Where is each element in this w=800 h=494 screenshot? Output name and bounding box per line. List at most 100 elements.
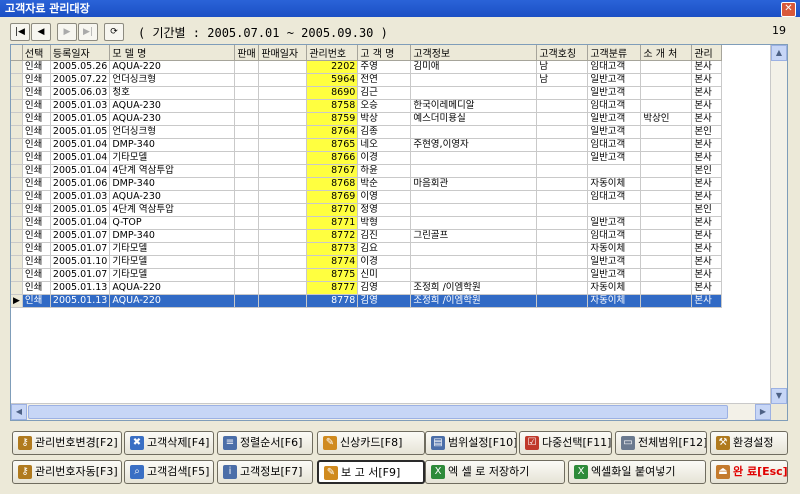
table-cell[interactable]: 본사 (691, 112, 723, 126)
table-cell[interactable] (234, 229, 260, 243)
table-row[interactable]: 인쇄 2005.06.03 청호 8690 김근 일반고객 본사 (11, 86, 723, 100)
row-indicator[interactable] (11, 268, 23, 282)
table-cell[interactable]: 기타모델 (109, 242, 236, 256)
table-cell[interactable] (258, 190, 308, 204)
column-header[interactable]: 소 개 처 (640, 45, 693, 61)
table-cell[interactable]: 김진 (357, 229, 412, 243)
table-cell[interactable] (640, 125, 693, 139)
table-cell[interactable] (640, 229, 693, 243)
table-cell[interactable] (536, 229, 589, 243)
table-cell[interactable]: 2005.01.03 (50, 99, 111, 113)
table-cell[interactable] (410, 255, 538, 269)
table-cell[interactable]: 조정희 /이엠학원 (410, 281, 538, 295)
table-cell[interactable]: 임대고객 (587, 138, 642, 152)
table-cell[interactable]: 8771 (306, 216, 359, 230)
table-cell[interactable]: 일반고객 (587, 86, 642, 100)
table-cell[interactable]: 2005.01.03 (50, 190, 111, 204)
table-cell[interactable]: 본사 (691, 255, 723, 269)
table-cell[interactable]: 본사 (691, 229, 723, 243)
table-cell[interactable]: 박순 (357, 177, 412, 191)
row-indicator[interactable] (11, 281, 23, 295)
button-row2-1[interactable]: ⚷ 관리번호자동[F3] (12, 460, 122, 484)
table-cell[interactable]: 오승 (357, 99, 412, 113)
table-cell[interactable] (234, 268, 260, 282)
row-indicator[interactable] (11, 73, 23, 87)
table-cell[interactable]: 김미애 (410, 60, 538, 74)
row-indicator[interactable] (11, 203, 23, 217)
table-cell[interactable]: 기타모델 (109, 255, 236, 269)
table-cell[interactable]: 8769 (306, 190, 359, 204)
column-header[interactable]: 등록일자 (50, 45, 111, 61)
table-cell[interactable]: 8777 (306, 281, 359, 295)
table-cell[interactable]: 본사 (691, 138, 723, 152)
table-cell[interactable] (640, 294, 693, 308)
button-row2-7[interactable]: ⏏ 완 료[Esc] (710, 460, 788, 484)
button-row1-3[interactable]: ≡ 정렬순서[F6] (217, 431, 313, 455)
row-indicator[interactable] (11, 242, 23, 256)
table-cell[interactable]: AQUA-220 (109, 294, 236, 308)
table-cell[interactable]: 본사 (691, 190, 723, 204)
row-indicator[interactable]: ▶ (11, 294, 23, 308)
table-cell[interactable]: 본사 (691, 99, 723, 113)
table-cell[interactable]: 8765 (306, 138, 359, 152)
table-cell[interactable]: 임대고객 (587, 60, 642, 74)
table-cell[interactable]: 8767 (306, 164, 359, 178)
table-cell[interactable]: 임대고객 (587, 99, 642, 113)
table-cell[interactable]: 인쇄 (22, 60, 51, 74)
table-cell[interactable] (258, 242, 308, 256)
table-cell[interactable] (234, 99, 260, 113)
table-cell[interactable] (640, 151, 693, 165)
button-row1-7[interactable]: ▭ 전체범위[F12] (615, 431, 707, 455)
table-cell[interactable] (234, 125, 260, 139)
table-cell[interactable]: DMP-340 (109, 138, 236, 152)
table-cell[interactable] (536, 151, 589, 165)
table-row[interactable]: 인쇄 2005.01.06 DMP-340 8768 박순 마음회관 자동이체 본사 (11, 177, 723, 191)
table-cell[interactable]: AQUA-230 (109, 112, 236, 126)
table-cell[interactable] (410, 125, 538, 139)
table-cell[interactable] (234, 203, 260, 217)
table-cell[interactable] (640, 255, 693, 269)
table-cell[interactable]: 인쇄 (22, 112, 51, 126)
row-indicator[interactable] (11, 99, 23, 113)
table-cell[interactable] (536, 242, 589, 256)
table-cell[interactable]: 자동이체 (587, 242, 642, 256)
scroll-left-icon[interactable]: ◀ (11, 404, 27, 420)
scroll-thumb[interactable] (28, 405, 728, 419)
table-cell[interactable] (640, 216, 693, 230)
table-cell[interactable]: DMP-340 (109, 177, 236, 191)
table-cell[interactable]: 본인 (691, 125, 723, 139)
table-cell[interactable]: 주영 (357, 60, 412, 74)
row-indicator[interactable] (11, 216, 23, 230)
table-cell[interactable]: 김요 (357, 242, 412, 256)
customer-grid[interactable]: 선택 등록일자 모 델 명 판매 판매일자 관리번호 고 객 명 고객정보 고객호칭 고객분류 소 … (10, 44, 788, 421)
table-cell[interactable] (640, 60, 693, 74)
table-cell[interactable]: 주현영,이영자 (410, 138, 538, 152)
row-indicator[interactable] (11, 60, 23, 74)
table-cell[interactable]: 기타모델 (109, 151, 236, 165)
button-row1-4[interactable]: ✎ 신상카드[F8] (317, 431, 425, 455)
table-cell[interactable] (410, 73, 538, 87)
table-cell[interactable]: 본사 (691, 294, 723, 308)
table-row[interactable]: ▶ 인쇄 2005.01.13 AQUA-220 8778 김영 조정희 /이엠학원 자동이체… (11, 294, 723, 308)
table-cell[interactable] (234, 112, 260, 126)
table-cell[interactable] (640, 138, 693, 152)
table-cell[interactable]: 마음회관 (410, 177, 538, 191)
row-indicator[interactable] (11, 86, 23, 100)
table-cell[interactable] (536, 216, 589, 230)
column-header[interactable]: 고객호칭 (536, 45, 589, 61)
table-cell[interactable] (536, 86, 589, 100)
scroll-up-icon[interactable]: ▲ (771, 45, 787, 61)
table-row[interactable]: 인쇄 2005.01.04 기타모델 8766 이경 일반고객 본사 (11, 151, 723, 165)
table-cell[interactable]: 2005.01.04 (50, 151, 111, 165)
table-cell[interactable] (587, 164, 642, 178)
table-cell[interactable] (536, 99, 589, 113)
table-cell[interactable] (258, 281, 308, 295)
table-cell[interactable]: 8774 (306, 255, 359, 269)
table-row[interactable]: 인쇄 2005.01.05 AQUA-230 8759 박상 예스더미용실 일반고객 박상인 본… (11, 112, 723, 126)
table-cell[interactable]: 남 (536, 73, 589, 87)
table-cell[interactable]: 2005.01.10 (50, 255, 111, 269)
last-record-button[interactable]: ▶| (78, 23, 98, 41)
table-cell[interactable] (258, 125, 308, 139)
button-row2-5[interactable]: X엑 셀 로 저장하기 (425, 460, 565, 484)
table-cell[interactable]: 김영 (357, 294, 412, 308)
